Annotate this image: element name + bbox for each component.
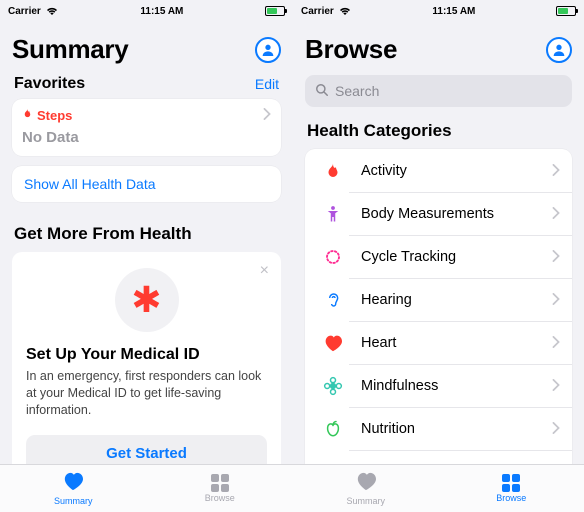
ear-icon — [305, 290, 349, 310]
heart-icon — [62, 471, 84, 495]
category-row-cycle[interactable]: Cycle Tracking — [349, 235, 572, 278]
chevron-right-icon — [552, 249, 560, 265]
status-time: 11:15 AM — [140, 6, 183, 17]
category-label: Body Measurements — [361, 206, 540, 222]
chevron-right-icon — [552, 292, 560, 308]
page-title: Summary — [12, 34, 128, 65]
status-bar: Carrier 11:15 AM — [0, 0, 293, 20]
category-label: Nutrition — [361, 421, 540, 437]
category-label: Mindfulness — [361, 378, 540, 394]
status-carrier: Carrier — [301, 6, 334, 17]
edit-button[interactable]: Edit — [255, 76, 279, 92]
flame-icon — [317, 161, 349, 181]
mind-icon — [305, 376, 349, 396]
category-row-plus[interactable]: Other Data — [349, 450, 572, 464]
battery-icon — [556, 6, 576, 16]
show-all-health-data[interactable]: Show All Health Data — [12, 166, 281, 202]
category-row-heart[interactable]: Heart — [349, 321, 572, 364]
chevron-right-icon — [552, 206, 560, 222]
tab-bar: Summary Browse — [293, 464, 584, 512]
category-label: Activity — [361, 163, 540, 179]
category-list: Activity Body Measurements Cycle Tracking H… — [305, 149, 572, 464]
flame-icon — [22, 107, 33, 123]
medical-id-card: × ✱ Set Up Your Medical ID In an emergen… — [12, 252, 281, 464]
favorite-card-steps[interactable]: Steps No Data — [12, 99, 281, 156]
tab-summary-label: Summary — [54, 496, 93, 506]
tab-browse-label: Browse — [205, 493, 235, 503]
status-carrier: Carrier — [8, 6, 41, 17]
device-browse: Carrier 11:15 AM Browse Search Health Ca… — [293, 0, 584, 512]
chevron-right-icon — [552, 421, 560, 437]
favorite-label: Steps — [37, 108, 72, 123]
profile-button[interactable] — [546, 37, 572, 63]
chevron-right-icon — [552, 335, 560, 351]
grid-icon — [211, 474, 229, 492]
grid-icon — [502, 474, 520, 492]
favorites-header: Favorites — [14, 75, 85, 93]
apple-icon — [305, 419, 349, 439]
chevron-right-icon — [263, 107, 271, 123]
tab-summary-label: Summary — [346, 496, 385, 506]
chevron-right-icon — [552, 378, 560, 394]
get-more-title: Get More From Health — [14, 224, 279, 244]
device-summary: Carrier 11:15 AM Summary Favorites Edit — [0, 0, 293, 512]
status-bar: Carrier 11:15 AM — [293, 0, 584, 20]
category-row-apple[interactable]: Nutrition — [349, 407, 572, 450]
wifi-icon — [338, 5, 352, 18]
category-row-body[interactable]: Body Measurements — [349, 192, 572, 235]
search-placeholder: Search — [335, 83, 379, 99]
page-title: Browse — [305, 34, 397, 65]
tab-summary[interactable]: Summary — [0, 465, 147, 512]
category-label: Heart — [361, 335, 540, 351]
category-label: Cycle Tracking — [361, 249, 540, 265]
search-input[interactable]: Search — [305, 75, 572, 107]
cycle-icon — [305, 248, 349, 266]
category-label: Hearing — [361, 292, 540, 308]
tab-browse[interactable]: Browse — [439, 465, 584, 512]
status-time: 11:15 AM — [432, 6, 475, 17]
category-row-ear[interactable]: Hearing — [349, 278, 572, 321]
chevron-right-icon — [552, 163, 560, 179]
search-icon — [315, 83, 329, 100]
category-row-mind[interactable]: Mindfulness — [349, 364, 572, 407]
get-started-button[interactable]: Get Started — [26, 435, 267, 464]
profile-button[interactable] — [255, 37, 281, 63]
heart-icon — [305, 334, 349, 352]
close-icon[interactable]: × — [260, 262, 269, 280]
wifi-icon — [45, 5, 59, 18]
category-row-flame[interactable]: Activity — [305, 149, 572, 192]
health-categories-header: Health Categories — [307, 121, 570, 141]
battery-icon — [265, 6, 285, 16]
favorite-nodata: No Data — [22, 129, 271, 146]
tab-summary[interactable]: Summary — [293, 465, 439, 512]
medical-id-body: In an emergency, first responders can lo… — [26, 368, 267, 419]
tab-bar: Summary Browse — [0, 464, 293, 512]
tab-browse-label: Browse — [496, 493, 526, 503]
asterisk-icon: ✱ — [115, 268, 179, 332]
heart-icon — [355, 471, 377, 495]
medical-id-title: Set Up Your Medical ID — [26, 346, 267, 364]
tab-browse[interactable]: Browse — [147, 465, 294, 512]
body-icon — [305, 204, 349, 224]
